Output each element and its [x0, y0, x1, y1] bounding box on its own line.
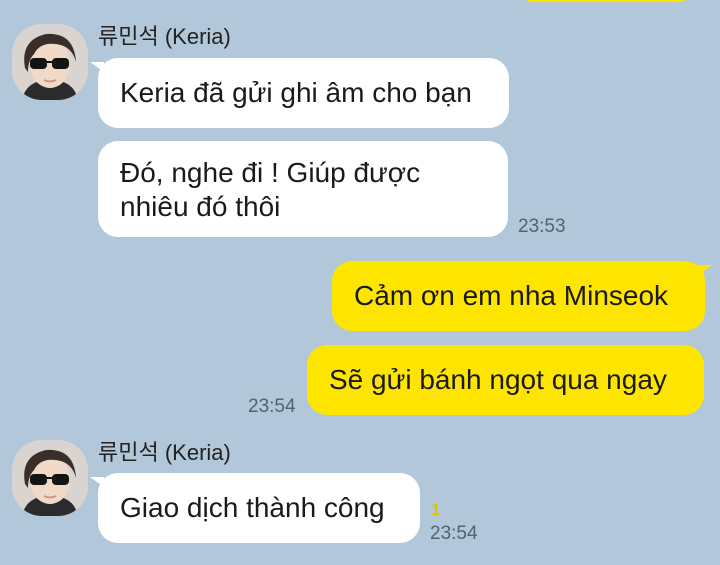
message-time: 23:54	[248, 396, 296, 417]
message-text: Sẽ gửi bánh ngọt qua ngay	[329, 364, 667, 395]
sender-name: 류민석 (Keria)	[98, 24, 231, 49]
avatar[interactable]	[12, 24, 88, 100]
message-text: Giao dịch thành công	[120, 492, 385, 523]
message-text: Cảm ơn em nha Minseok	[354, 280, 669, 311]
bubble-tail	[698, 265, 712, 275]
message-text: Keria đã gửi ghi âm cho bạn	[120, 77, 472, 108]
outgoing-message[interactable]: Cảm ơn em nha Minseok	[332, 261, 705, 331]
previous-message-bubble[interactable]	[524, 0, 688, 2]
incoming-message[interactable]: Đó, nghe đi ! Giúp được nhiêu đó thôi	[98, 141, 508, 237]
sender-name: 류민석 (Keria)	[98, 440, 231, 465]
outgoing-message[interactable]: Sẽ gửi bánh ngọt qua ngay	[307, 345, 704, 415]
unread-count: 1	[431, 500, 441, 519]
avatar[interactable]	[12, 440, 88, 516]
profile-photo-icon	[12, 440, 88, 516]
message-time: 23:54	[430, 523, 478, 544]
incoming-message[interactable]: Keria đã gửi ghi âm cho bạn	[98, 58, 509, 128]
message-text: Đó, nghe đi ! Giúp được nhiêu đó thôi	[120, 157, 421, 222]
incoming-message[interactable]: Giao dịch thành công	[98, 473, 420, 543]
message-time: 23:53	[518, 216, 566, 237]
chat-room[interactable]: 류민석 (Keria) Keria đã gửi ghi âm cho bạn …	[0, 0, 720, 565]
profile-photo-icon	[12, 24, 88, 100]
